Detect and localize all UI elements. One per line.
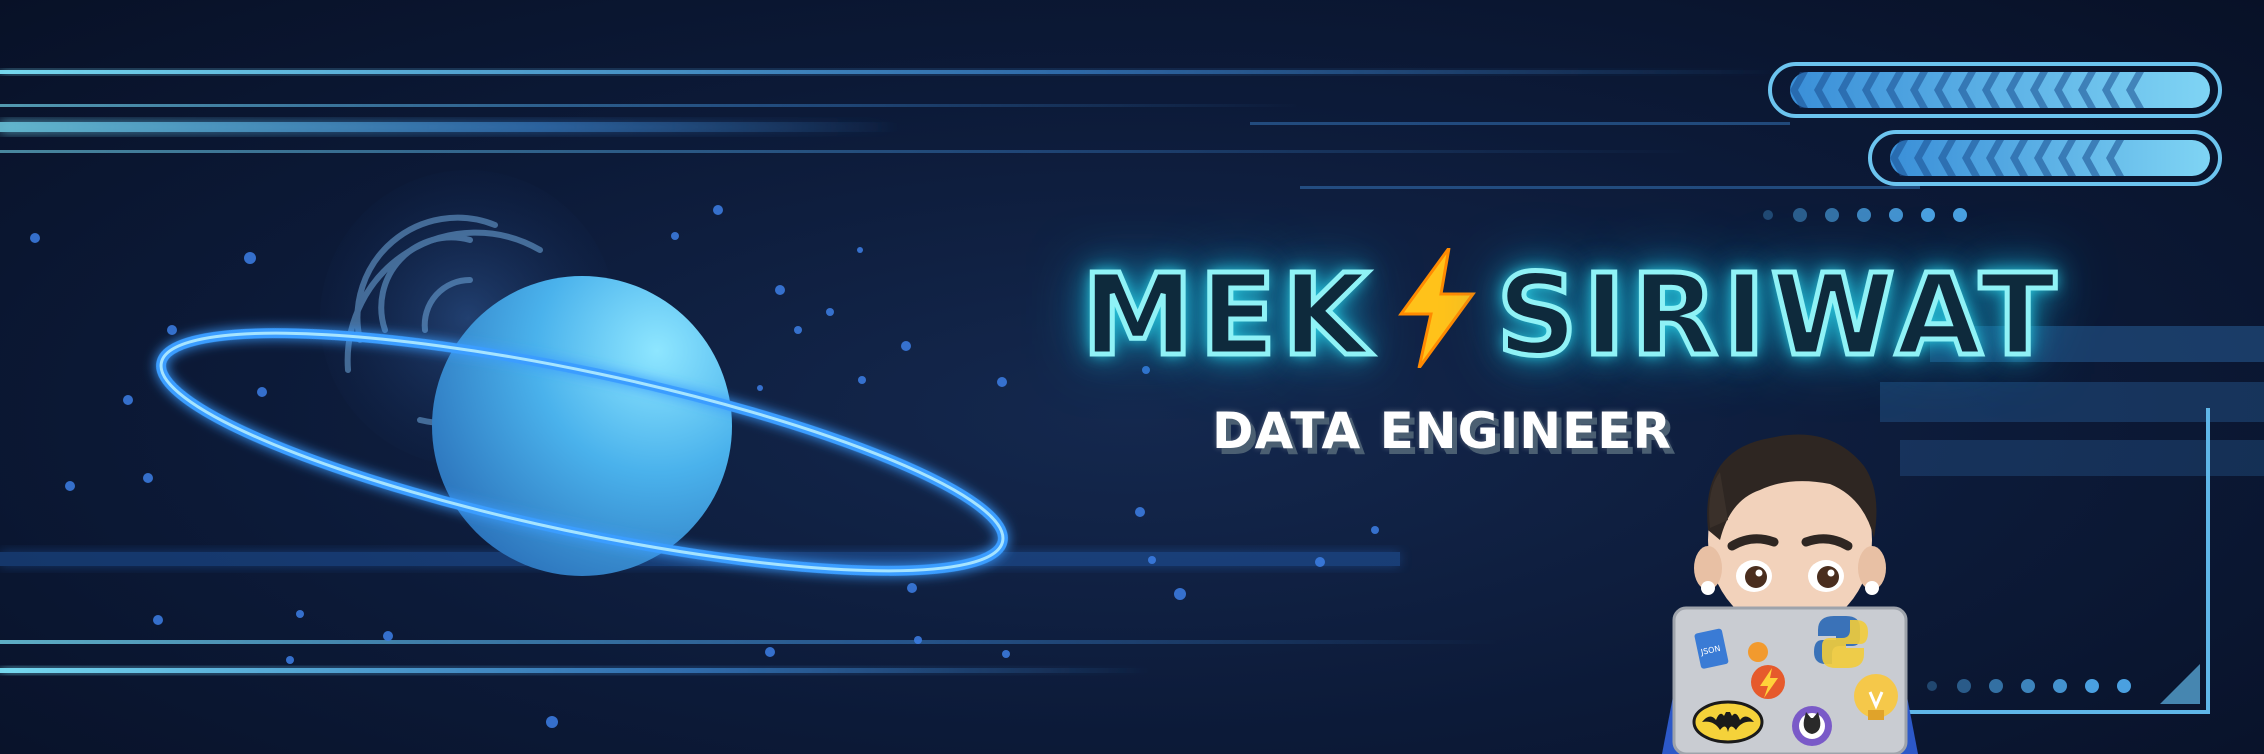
- github-sticker-icon: [1792, 706, 1832, 746]
- chevron-progress-top: [1768, 62, 2222, 118]
- name-title: MEK SIRIWAT: [1080, 248, 2062, 375]
- first-name: MEK: [1080, 251, 1375, 381]
- flash-sticker-icon: [1751, 665, 1785, 699]
- laptop-icon: JSON: [1672, 606, 1908, 754]
- bottom-light-streaks: [0, 552, 1500, 673]
- memoji-avatar: JSON: [1662, 434, 1918, 754]
- dot-row-bottom: [1927, 679, 2131, 693]
- python-sticker-icon: [1814, 616, 1868, 668]
- lightning-bolt-icon: [1397, 248, 1476, 368]
- dot-row-top: [1763, 208, 1967, 222]
- top-light-streaks: [0, 70, 1920, 189]
- chevron-progress-bottom: [1868, 130, 2222, 186]
- batman-sticker-icon: [1692, 700, 1764, 744]
- last-name: SIRIWAT: [1494, 251, 2062, 381]
- job-title: DATA ENGINEER: [1212, 402, 1672, 460]
- sun-sticker-icon: [1748, 642, 1768, 662]
